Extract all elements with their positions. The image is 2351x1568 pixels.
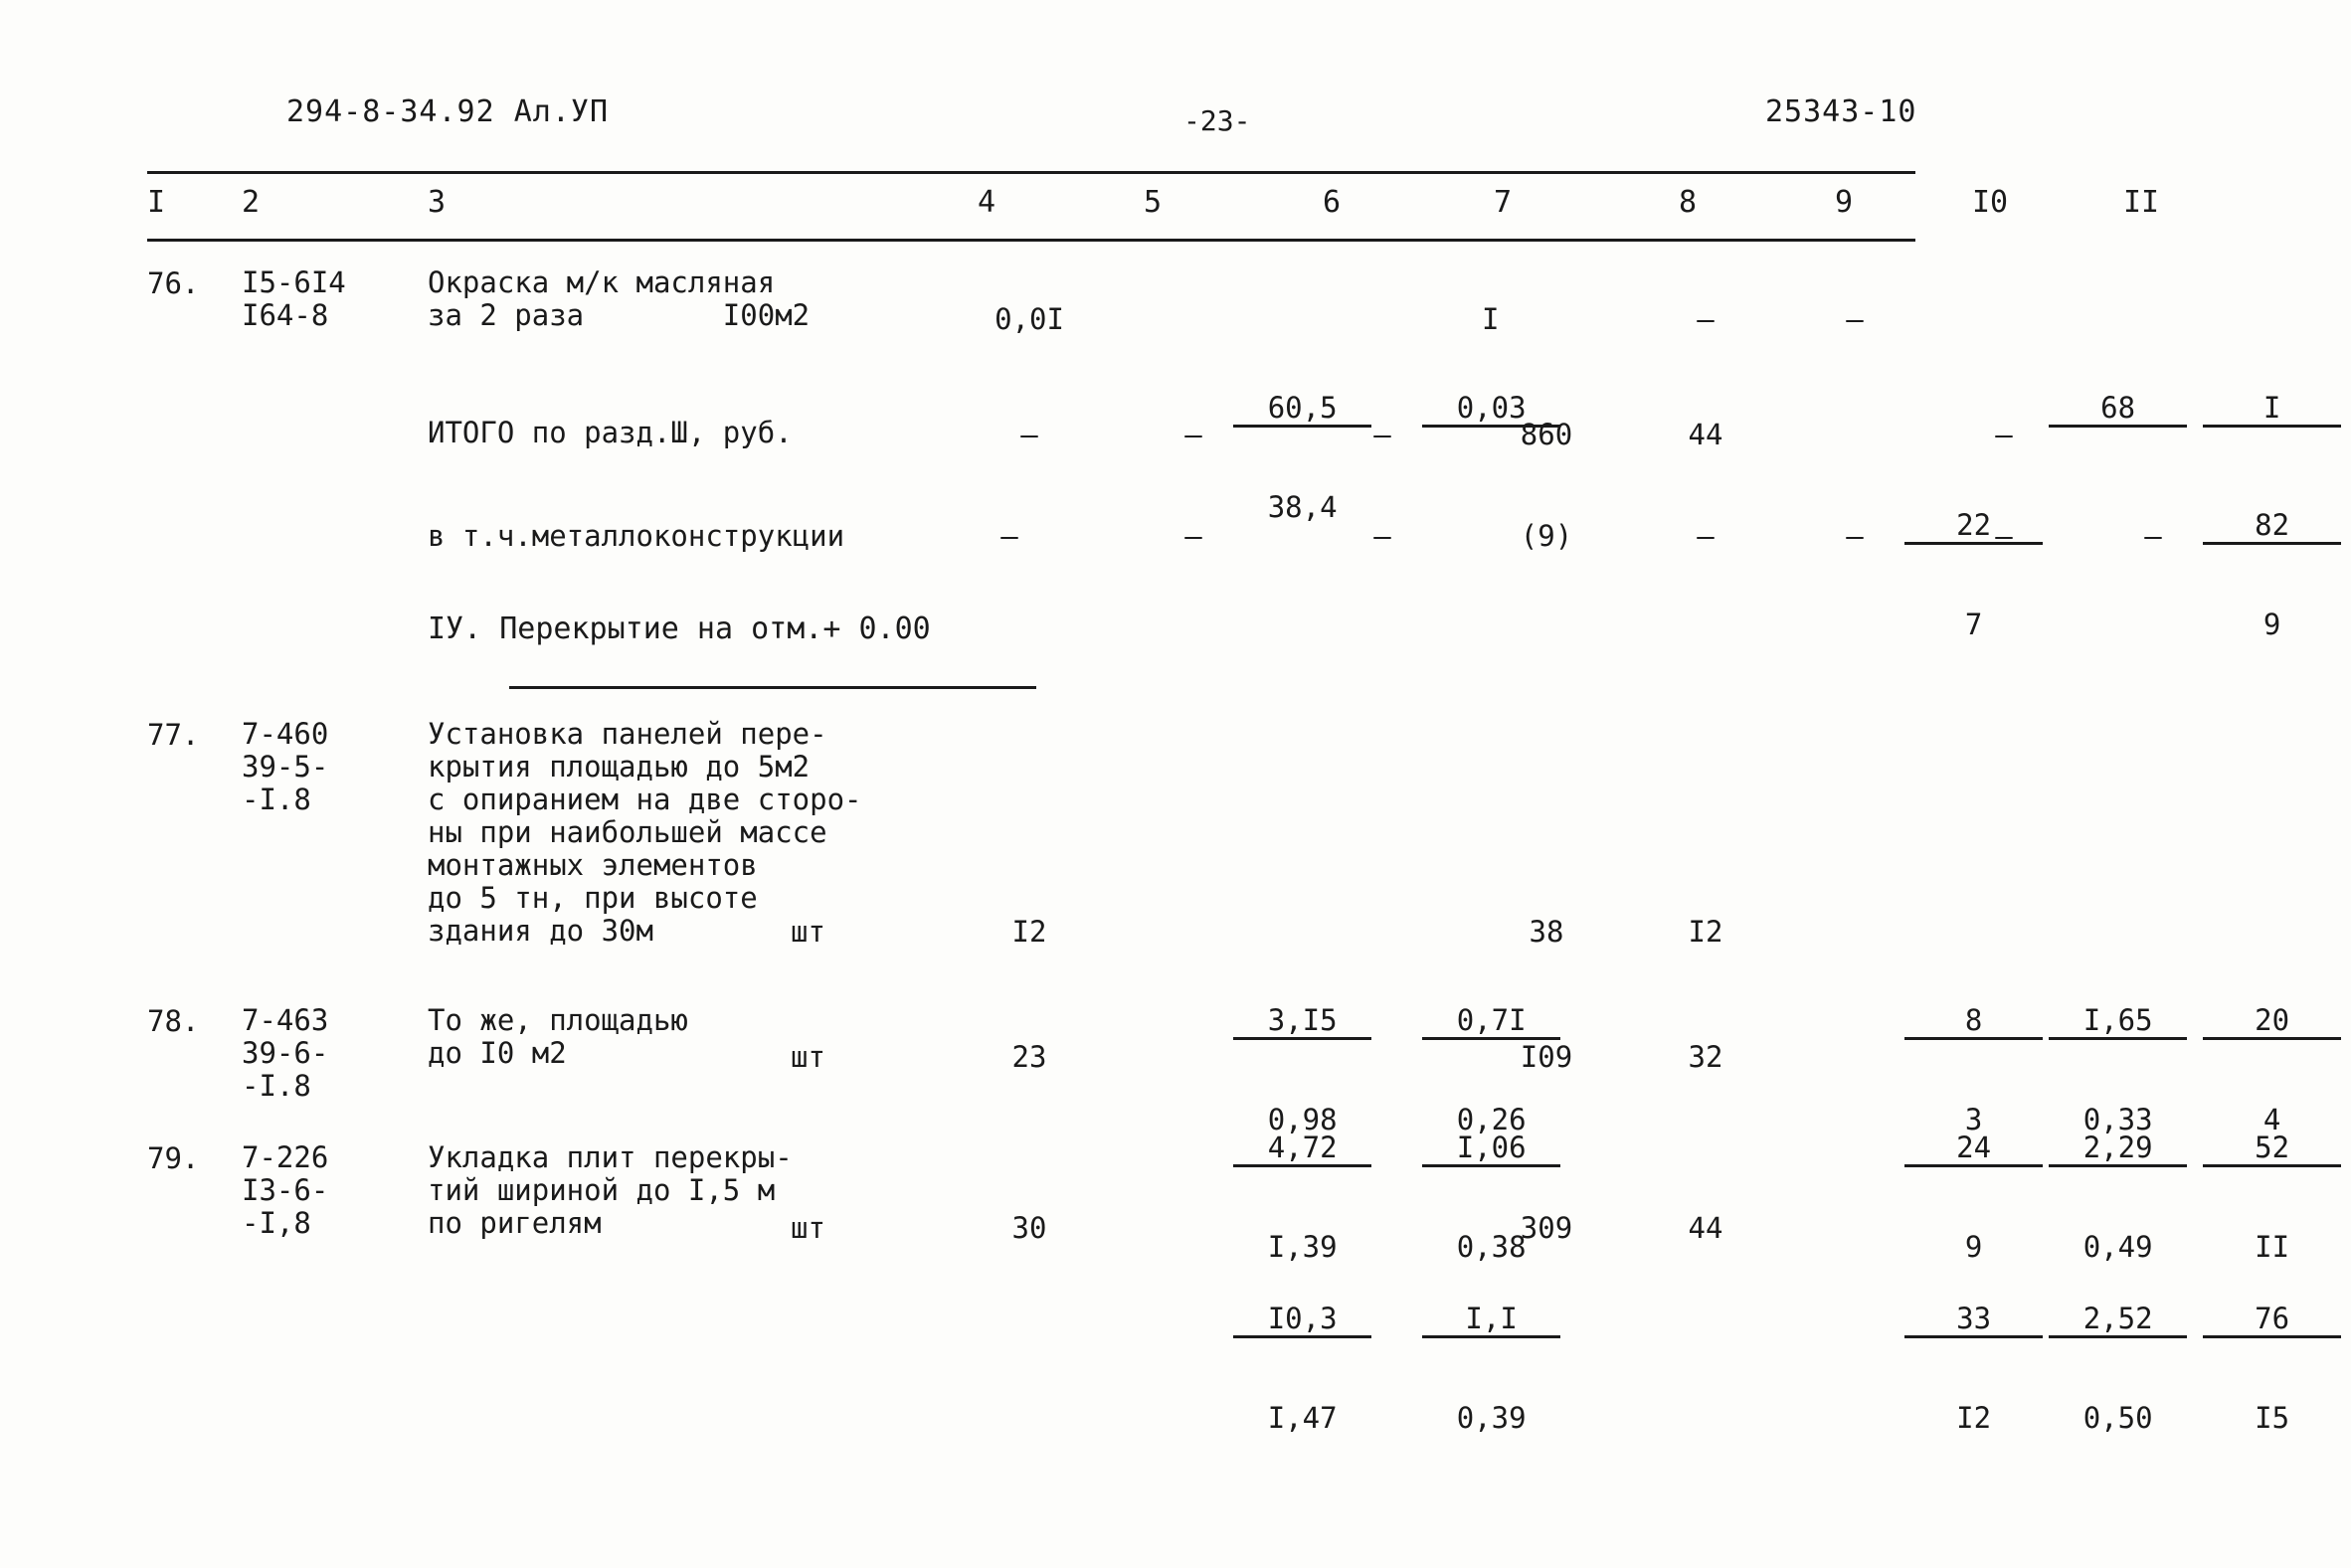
row-col7: 860 [1520,418,1573,451]
row-col6-numerator: I,I [1421,1303,1561,1338]
row-col8: – [1697,302,1715,336]
row-col5: – [1184,418,1202,451]
row-col4: I2 [1011,915,1047,949]
table-header-rule [147,239,1915,242]
row-col9: 33 I2 [1800,1205,2044,1532]
row-number: 79. [147,1141,200,1175]
header-document-code: 294-8-34.92 Ал.УП [286,94,610,129]
row-code: I5-6I4 I64-8 [242,265,346,332]
column-number-9: 9 [1835,185,1854,220]
column-number-row: I 2 3 4 5 6 7 8 9 I0 II [0,185,2351,231]
row-col6: I,I 0,39 [1318,1205,1561,1532]
column-number-7: 7 [1494,185,1513,220]
row-col8: I2 [1688,915,1723,949]
row-col5: – [1184,519,1202,553]
column-number-2: 2 [242,185,261,220]
row-col7: I09 [1520,1040,1573,1074]
header-page-number: -23- [1183,104,1251,137]
row-col10: – [1995,418,2013,451]
column-number-3: 3 [428,185,447,220]
row-col5: 60,5 38,4 [1129,294,1372,621]
row-col6-denominator: 0,39 [1456,1401,1527,1435]
row-col11-numerator: I [2202,392,2342,428]
section-heading: IУ. Перекрытие на отм.+ 0.00 [428,611,931,646]
row-description: Установка панелей пере- крытия площадью … [428,717,862,948]
row-unit: шт [791,915,825,949]
row-description: Укладка плит перекры- тий шириной до I,5… [428,1140,793,1240]
table-top-rule [147,171,1915,174]
row-col8: 44 [1688,418,1723,451]
row-col4: – [1020,418,1038,451]
row-description: в т.ч.металлоконструкции [428,519,845,553]
row-col9-denominator: 7 [1964,608,1983,641]
row-col10: 2,52 0,50 [1944,1205,2188,1532]
row-col6: – [1373,418,1391,451]
row-col7: 38 [1529,915,1564,949]
row-col11-numerator: 20 [2202,1004,2342,1040]
column-number-5: 5 [1144,185,1163,220]
header-sheet-number: 25343-10 [1765,94,1917,129]
column-number-4: 4 [978,185,996,220]
row-description: ИТОГО по разд.Ш, руб. [428,416,793,449]
row-unit: шт [791,1040,825,1074]
row-col11: – [2144,519,2162,553]
row-col5: I0,3 I,47 [1129,1205,1372,1532]
row-col8: 44 [1688,1211,1723,1245]
section-heading-underline [509,686,1036,689]
row-col11: 82 9 [2098,412,2342,739]
row-col10: – [1995,519,2013,553]
row-number: 77. [147,718,200,752]
row-number: 76. [147,266,200,300]
row-col11-numerator: 52 [2202,1132,2342,1167]
row-col11-numerator: 76 [2202,1303,2342,1338]
row-number: 78. [147,1004,200,1038]
row-col11-denominator: I5 [2255,1401,2290,1435]
row-col7: (9) [1520,519,1573,553]
row-description: То же, площадью до I0 м2 [428,1003,688,1070]
row-col6-numerator: I,06 [1421,1132,1561,1167]
row-col8: 32 [1688,1040,1723,1074]
row-description: Окраска м/к масляная за 2 раза I00м2 [428,265,811,332]
column-number-1: I [147,185,166,220]
column-number-8: 8 [1679,185,1698,220]
row-col4: 23 [1011,1040,1047,1074]
column-number-11: II [2123,185,2160,220]
row-col11-numerator: 82 [2202,509,2342,545]
row-col9: – [1846,519,1864,553]
row-code: 7-463 39-6- -I.8 [242,1003,329,1103]
row-col11: 76 I5 [2098,1205,2342,1532]
row-col7: 309 [1520,1211,1573,1245]
page-header: 294-8-34.92 Ал.УП -23- 25343-10 [0,94,2351,137]
row-col4: 0,0I [995,302,1064,336]
column-number-10: I0 [1972,185,2009,220]
row-col8: – [1697,519,1715,553]
row-code: 7-460 39-5- -I.8 [242,717,329,816]
row-col4: – [1000,519,1018,553]
document-page: 294-8-34.92 Ал.УП -23- 25343-10 I 2 3 4 … [0,0,2351,1568]
row-col9: – [1846,302,1864,336]
row-col7: I [1482,302,1500,336]
row-unit: шт [791,1211,825,1245]
row-col4: 30 [1011,1211,1047,1245]
row-col6: – [1373,519,1391,553]
column-number-6: 6 [1323,185,1342,220]
row-col9: 22 7 [1800,412,2044,739]
row-col11-denominator: 9 [2262,608,2281,641]
row-code: 7-226 I3-6- -I,8 [242,1140,329,1240]
